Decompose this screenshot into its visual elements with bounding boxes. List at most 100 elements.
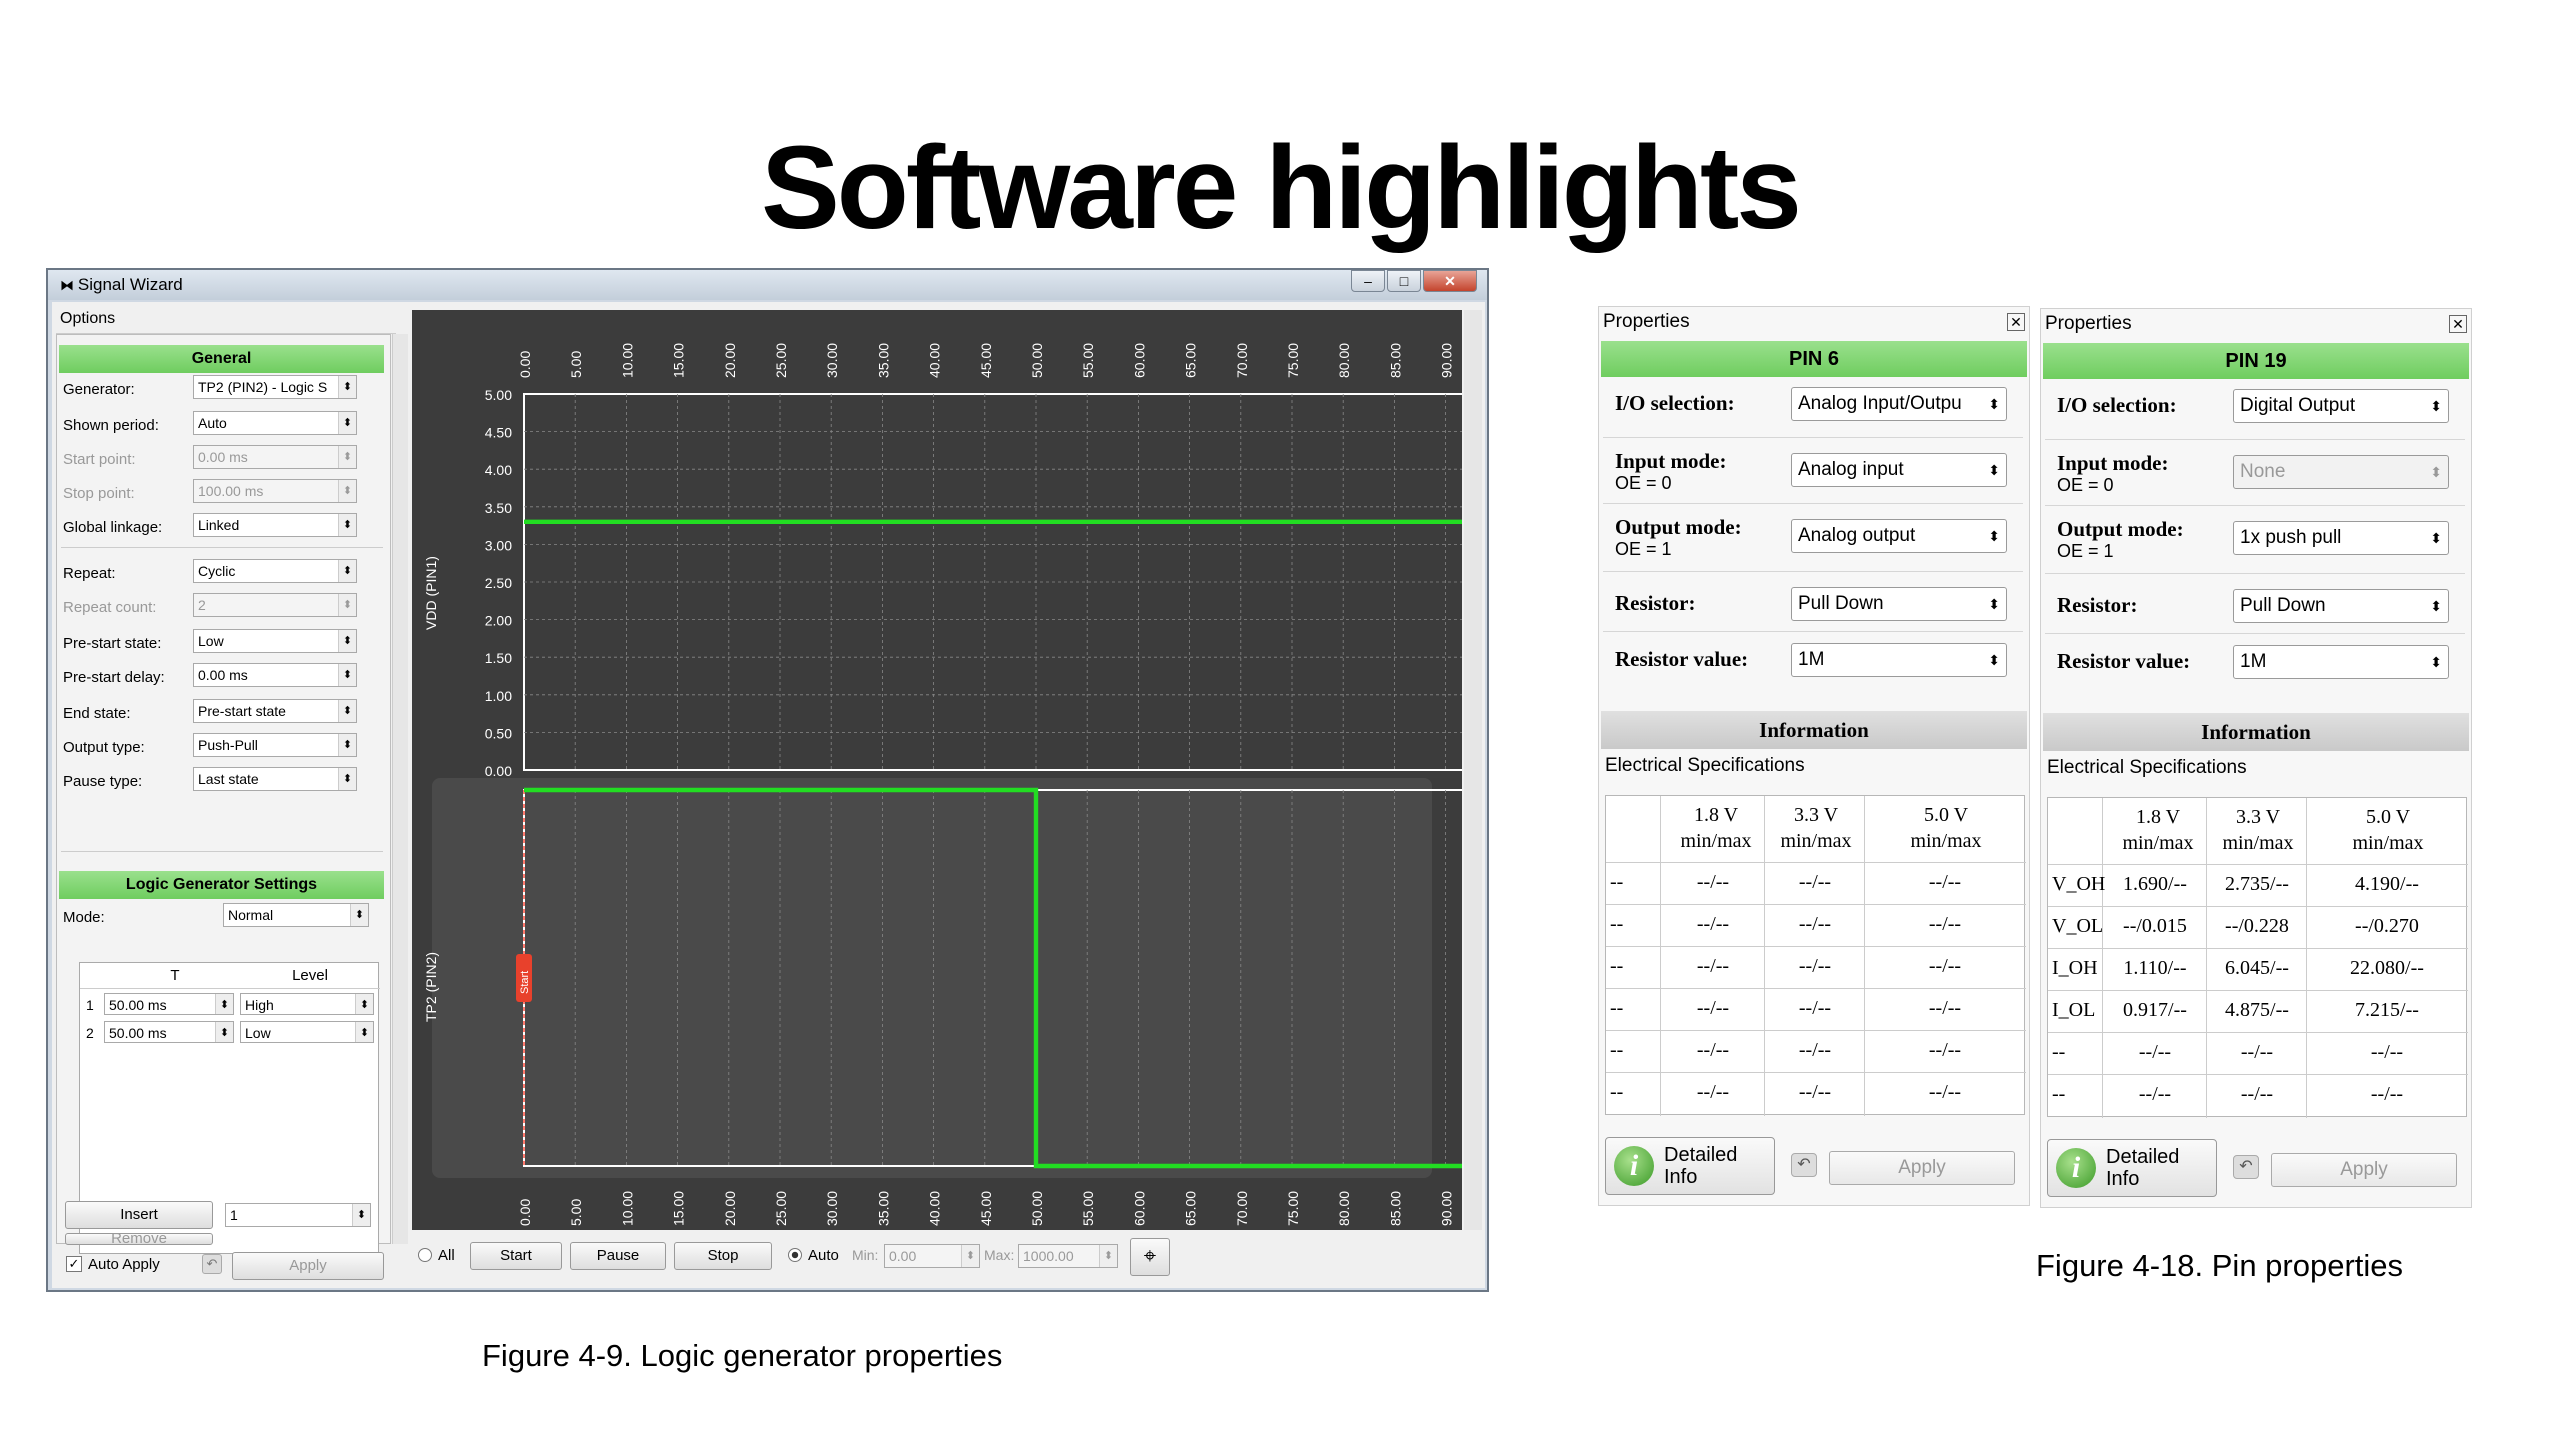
insert-button[interactable]: Insert: [65, 1201, 213, 1229]
divider: [1603, 503, 2023, 504]
param-name: --: [1610, 913, 1624, 935]
field-control[interactable]: Pre-start state ⬍: [193, 699, 357, 723]
io-selection-select[interactable]: Analog Input/Outpu ⬍: [1791, 387, 2007, 421]
y-tick-label: 3.00: [485, 537, 512, 553]
table-row: -- --/-- --/-- --/--: [2048, 1074, 2468, 1115]
field-control[interactable]: Last state ⬍: [193, 767, 357, 791]
field-control[interactable]: Auto ⬍: [193, 411, 357, 435]
mode-select[interactable]: Normal ⬍: [223, 903, 369, 927]
electrical-spec-table: 1.8 V min/max 3.3 V min/max 5.0 V min/max V…: [2047, 797, 2468, 1118]
field-label: Pause type:: [63, 773, 143, 790]
io-selection-label: I/O selection:: [2057, 393, 2177, 417]
fit-view-icon[interactable]: ⌖: [1130, 1238, 1170, 1276]
input-mode-row: Input mode: OE = 0 Analog input ⬍: [1601, 449, 2027, 509]
apply-button[interactable]: Apply: [1829, 1151, 2015, 1185]
updown-icon: ⬍: [1988, 596, 2000, 612]
input-mode-select[interactable]: Analog input ⬍: [1791, 453, 2007, 487]
field-control[interactable]: Linked ⬍: [193, 513, 357, 537]
y-tick-label: 4.00: [485, 462, 512, 478]
detailed-info-button[interactable]: i Detailed Info: [2047, 1139, 2217, 1197]
x-tick-label-bottom: 85.00: [1387, 1191, 1403, 1226]
auto-radio[interactable]: [788, 1248, 802, 1262]
all-radio[interactable]: [418, 1248, 432, 1262]
input-mode-select[interactable]: None ⬍: [2233, 455, 2449, 489]
resistor-value-row: Resistor value: 1M ⬍: [2043, 643, 2469, 703]
apply-button[interactable]: Apply: [232, 1252, 384, 1280]
divider: [2045, 505, 2465, 506]
field-control[interactable]: 100.00 ms ⬍: [193, 479, 357, 503]
start-button[interactable]: Start: [470, 1242, 562, 1270]
field-control[interactable]: 2 ⬍: [193, 593, 357, 617]
undo-icon[interactable]: ↶: [2233, 1155, 2259, 1179]
divider: [1603, 631, 2023, 632]
spin-icon: ⬍: [338, 664, 356, 686]
apply-button[interactable]: Apply: [2271, 1153, 2457, 1187]
field-control[interactable]: 0.00 ms ⬍: [193, 445, 357, 469]
resistor-select[interactable]: Pull Down ⬍: [2233, 589, 2449, 623]
field-control[interactable]: Cyclic ⬍: [193, 559, 357, 583]
updown-icon: ⬍: [338, 560, 356, 582]
max-input[interactable]: 1000.00 ⬍: [1018, 1244, 1118, 1268]
field-row: Global linkage: Linked ⬍: [57, 513, 382, 543]
field-control[interactable]: TP2 (PIN2) - Logic S ⬍: [193, 375, 357, 399]
level-select[interactable]: High ⬍: [240, 993, 374, 1015]
table-row[interactable]: 1 50.00 ms ⬍ High ⬍: [80, 991, 380, 1019]
field-value: 2: [198, 597, 206, 613]
caption-logic-generator: Figure 4-9. Logic generator properties: [482, 1338, 1003, 1373]
value-5v0: --/--: [1928, 1081, 1962, 1103]
min-input[interactable]: 0.00 ⬍: [884, 1244, 980, 1268]
table-row[interactable]: 2 50.00 ms ⬍ Low ⬍: [80, 1019, 380, 1047]
x-tick-label-bottom: 40.00: [927, 1191, 943, 1226]
auto-apply-checkbox[interactable]: ✓: [66, 1256, 82, 1272]
io-selection-select[interactable]: Digital Output ⬍: [2233, 389, 2449, 423]
param-name: --: [1610, 1081, 1624, 1103]
t-input[interactable]: 50.00 ms ⬍: [104, 1021, 234, 1043]
field-control[interactable]: 0.00 ms ⬍: [193, 663, 357, 687]
maximize-icon[interactable]: □: [1387, 270, 1421, 292]
minimize-icon[interactable]: –: [1351, 270, 1385, 292]
value-5v0: --/--: [1928, 1039, 1962, 1061]
output-mode-select[interactable]: 1x push pull ⬍: [2233, 521, 2449, 555]
left-scrollbar[interactable]: [392, 334, 408, 1244]
stop-button[interactable]: Stop: [674, 1242, 772, 1270]
field-label: Global linkage:: [63, 519, 163, 536]
pin-title: PIN 6: [1601, 341, 2027, 377]
field-row: Pre-start state: Low ⬍: [57, 629, 382, 659]
param-name: I_OL: [2052, 999, 2096, 1021]
field-label: Start point:: [63, 451, 136, 468]
resistor-value-select[interactable]: 1M ⬍: [2233, 645, 2449, 679]
options-panel: General Generator: TP2 (PIN2) - Logic S ⬍ S…: [56, 334, 391, 1254]
x-tick-label-bottom: 60.00: [1131, 1191, 1147, 1226]
t-input[interactable]: 50.00 ms ⬍: [104, 993, 234, 1015]
resistor-value-select[interactable]: 1M ⬍: [1791, 643, 2007, 677]
resistor-select[interactable]: Pull Down ⬍: [1791, 587, 2007, 621]
value-5v0: --/--: [1928, 871, 1962, 893]
remove-button[interactable]: Remove: [65, 1233, 213, 1245]
field-control[interactable]: Low ⬍: [193, 629, 357, 653]
resistor-value-label: Resistor value:: [1615, 647, 1749, 671]
right-scrollbar[interactable]: [1464, 310, 1482, 1230]
bottom-plot-bg: [432, 778, 1432, 1178]
detailed-info-button[interactable]: i Detailed Info: [1605, 1137, 1775, 1195]
value-1v8: 1.110/--: [2123, 957, 2187, 979]
x-tick-label-bottom: 80.00: [1336, 1191, 1352, 1226]
close-icon[interactable]: ✕: [2007, 313, 2025, 331]
level-select[interactable]: Low ⬍: [240, 1021, 374, 1043]
table-row: -- --/-- --/-- --/--: [1606, 1030, 2026, 1071]
undo-icon[interactable]: ↶: [202, 1254, 222, 1274]
spin-icon: ⬍: [338, 446, 356, 468]
field-control[interactable]: Push-Pull ⬍: [193, 733, 357, 757]
general-header: General: [59, 345, 384, 373]
close-icon[interactable]: ✕: [1423, 270, 1477, 292]
field-label: Output type:: [63, 739, 145, 756]
resistor-label: Resistor:: [2057, 593, 2138, 617]
bottom-plot: Start1TTP2 (PIN2)0.005.0010.0015.0020.00…: [423, 778, 1596, 1226]
undo-icon[interactable]: ↶: [1791, 1153, 1817, 1177]
y-tick-label: 3.50: [485, 500, 512, 516]
input-mode-value: Analog input: [1798, 459, 1904, 480]
pause-button[interactable]: Pause: [570, 1242, 666, 1270]
x-tick-label-bottom: 70.00: [1234, 1191, 1250, 1226]
close-icon[interactable]: ✕: [2449, 315, 2467, 333]
insert-index-spin[interactable]: 1 ⬍: [225, 1203, 371, 1227]
output-mode-select[interactable]: Analog output ⬍: [1791, 519, 2007, 553]
